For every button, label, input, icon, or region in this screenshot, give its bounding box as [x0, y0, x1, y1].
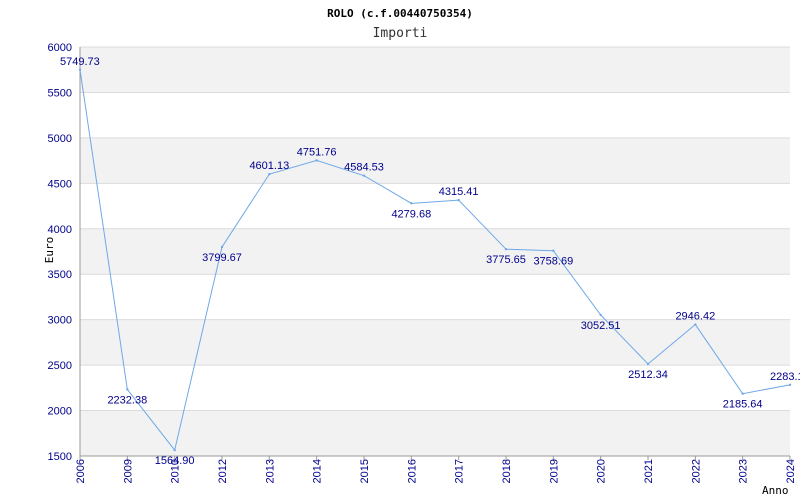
data-label: 3775.65	[486, 254, 526, 266]
data-point	[694, 323, 697, 326]
x-tick-label: 2012	[217, 459, 229, 483]
data-point	[788, 383, 792, 387]
y-tick-label: 3000	[48, 315, 72, 327]
data-label: 1564.90	[155, 455, 195, 467]
data-label: 5749.73	[60, 56, 100, 68]
grid-band	[80, 319, 790, 366]
data-point	[552, 249, 555, 252]
data-label: 4315.41	[439, 186, 479, 198]
data-label: 4751.76	[297, 146, 337, 158]
chart-title: ROLO (c.f.00440750354)	[327, 7, 473, 20]
grid-band	[80, 228, 790, 275]
x-tick-label: 2016	[406, 459, 418, 483]
data-point	[268, 172, 271, 176]
y-tick-label: 5500	[48, 87, 72, 99]
y-tick-label: 4000	[48, 224, 72, 236]
x-tick-label: 2019	[548, 459, 560, 483]
data-point	[410, 202, 413, 205]
y-axis-label: Euro	[43, 237, 56, 264]
data-point	[646, 362, 650, 366]
y-tick-label: 1500	[48, 451, 72, 463]
data-point	[457, 198, 460, 202]
x-tick-label: 2022	[690, 459, 702, 483]
grid-band	[80, 410, 790, 456]
data-point	[220, 245, 224, 249]
data-point	[173, 448, 176, 452]
y-tick-label: 2500	[48, 360, 72, 372]
y-tick-label: 3500	[48, 269, 72, 281]
grid-band	[80, 137, 790, 184]
data-label: 2232.38	[107, 394, 147, 406]
data-point	[504, 247, 508, 251]
x-tick-label: 2013	[264, 459, 276, 483]
grid-band	[80, 47, 790, 93]
data-label: 3799.67	[202, 252, 242, 264]
x-tick-label: 2015	[359, 459, 371, 483]
y-tick-label: 4500	[48, 178, 72, 190]
data-label: 2946.42	[675, 311, 715, 323]
data-label: 2283.1	[770, 371, 800, 383]
x-tick-label: 2014	[312, 459, 324, 483]
data-label: 4601.13	[249, 160, 289, 172]
data-label: 3758.69	[533, 256, 573, 268]
data-point	[126, 388, 129, 391]
data-label: 2185.64	[723, 399, 763, 411]
chart: 1500 2000 2500 3000 3500 4000 4500 5000 5500 6000…	[43, 7, 800, 497]
x-tick-label: 2021	[643, 459, 655, 483]
y-tick-label: 5000	[48, 133, 72, 145]
x-tick-label: 2009	[122, 459, 134, 483]
data-point	[315, 159, 318, 162]
data-point	[599, 313, 602, 317]
x-tick-label: 2023	[738, 459, 750, 483]
chart-subtitle: Importi	[373, 26, 428, 41]
x-tick-label: 2017	[454, 459, 466, 483]
data-label: 4279.68	[391, 208, 431, 220]
x-tick-label: 2006	[75, 459, 87, 483]
x-tick-label: 2024	[785, 459, 797, 483]
data-label: 2512.34	[628, 369, 668, 381]
x-tick-label: 2018	[501, 459, 513, 483]
data-point	[741, 392, 744, 395]
x-tick-label: 2020	[596, 459, 608, 483]
data-label: 3052.51	[581, 320, 621, 332]
data-label: 4584.53	[344, 162, 384, 174]
x-axis-label: Anno	[762, 484, 789, 497]
grid-bands	[80, 47, 790, 456]
data-point	[78, 68, 82, 71]
data-point	[362, 174, 366, 177]
y-tick-label: 2000	[48, 406, 72, 418]
y-tick-label: 6000	[48, 42, 72, 54]
